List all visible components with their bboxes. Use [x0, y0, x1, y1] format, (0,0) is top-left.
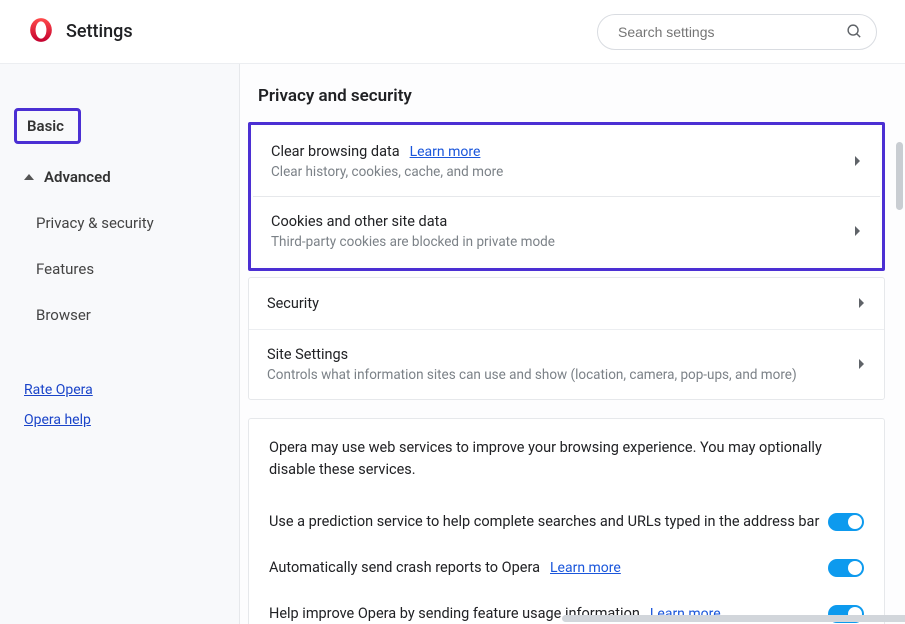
- header: Settings: [0, 0, 905, 64]
- chevron-right-icon: [854, 152, 862, 171]
- chevron-right-icon: [858, 294, 866, 313]
- sidebar-item-features[interactable]: Features: [14, 252, 104, 286]
- link-opera-help[interactable]: Opera help: [24, 412, 239, 428]
- link-rate-opera[interactable]: Rate Opera: [24, 382, 239, 398]
- search-wrap: [597, 14, 877, 50]
- row-security[interactable]: Security: [249, 278, 884, 329]
- sidebar-item-label: Privacy & security: [36, 214, 154, 232]
- row-title-text: Clear browsing data: [271, 143, 400, 160]
- row-desc: Clear history, cookies, cache, and more: [271, 164, 854, 180]
- app-title: Settings: [66, 21, 133, 42]
- sidebar-item-label: Browser: [36, 306, 91, 324]
- section-title: Privacy and security: [248, 64, 885, 122]
- row-desc: Third-party cookies are blocked in priva…: [271, 234, 854, 250]
- search-input[interactable]: [597, 14, 877, 50]
- search-icon[interactable]: [846, 23, 863, 44]
- row-desc: Controls what information sites can use …: [267, 367, 858, 383]
- sidebar-item-browser[interactable]: Browser: [14, 298, 101, 332]
- toggle-label: Use a prediction service to help complet…: [269, 513, 819, 530]
- link-learn-more[interactable]: Learn more: [410, 144, 481, 160]
- sidebar-item-basic[interactable]: Basic: [14, 108, 81, 144]
- row-clear-browsing-data[interactable]: Clear browsing data Learn more Clear his…: [253, 127, 880, 196]
- toggle-label: Automatically send crash reports to Oper…: [269, 559, 540, 576]
- sidebar-item-advanced[interactable]: Advanced: [14, 160, 121, 194]
- horizontal-scrollbar-thumb[interactable]: [562, 615, 905, 622]
- info-text: Opera may use web services to improve yo…: [249, 419, 884, 499]
- main: Privacy and security Clear browsing data…: [240, 64, 905, 624]
- toggle-switch[interactable]: [828, 513, 864, 531]
- sidebar-basic-label: Basic: [27, 117, 64, 135]
- toggle-row-prediction: Use a prediction service to help complet…: [249, 499, 884, 545]
- link-learn-more[interactable]: Learn more: [550, 560, 621, 576]
- sidebar: Basic Advanced Privacy & security Featur…: [0, 64, 240, 624]
- row-title-text: Site Settings: [267, 346, 348, 363]
- row-title-text: Security: [267, 295, 319, 312]
- logo-wrap: Settings: [28, 17, 133, 47]
- scrollbar-thumb[interactable]: [896, 142, 903, 210]
- chevron-right-icon: [854, 222, 862, 241]
- chevron-right-icon: [858, 355, 866, 374]
- chevron-up-icon: [24, 174, 34, 180]
- opera-logo-icon: [28, 17, 54, 47]
- row-title-text: Cookies and other site data: [271, 213, 447, 230]
- sidebar-item-label: Features: [36, 260, 94, 278]
- toggle-row-crash: Automatically send crash reports to Oper…: [249, 545, 884, 591]
- highlighted-group: Clear browsing data Learn more Clear his…: [248, 122, 885, 271]
- row-cookies[interactable]: Cookies and other site data Third-party …: [253, 196, 880, 266]
- sidebar-advanced-label: Advanced: [44, 168, 111, 186]
- sidebar-item-privacy[interactable]: Privacy & security: [14, 206, 164, 240]
- toggle-switch[interactable]: [828, 559, 864, 577]
- row-site-settings[interactable]: Site Settings Controls what information …: [249, 329, 884, 399]
